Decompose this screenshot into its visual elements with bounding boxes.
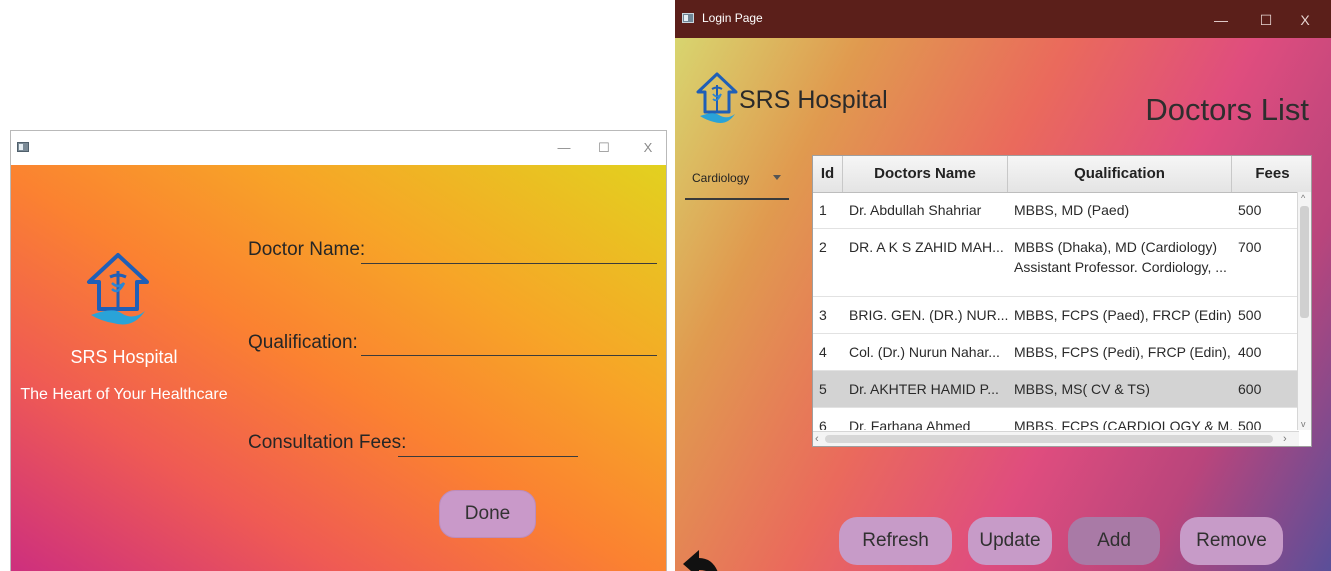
page-title: Doctors List <box>1145 92 1309 127</box>
cell-id: 3 <box>819 307 827 323</box>
vertical-scroll-thumb[interactable] <box>1300 206 1309 318</box>
scroll-left-icon[interactable]: ‹ <box>815 433 819 445</box>
qualification-line: MBBS (Dhaka), MD (Cardiology) <box>1014 239 1218 255</box>
app-icon <box>17 142 29 152</box>
qualification-line: MBBS, FCPS (Pedi), FRCP (Edin), ... <box>1014 344 1232 360</box>
cell-fees: 400 <box>1238 344 1262 360</box>
cell-id: 6 <box>819 418 827 430</box>
chevron-down-icon[interactable] <box>773 175 781 180</box>
qualification-line: MBBS, MS( CV & TS) <box>1014 381 1150 397</box>
consultation-fees-label: Consultation Fees: <box>248 432 407 453</box>
doctors-list-window: Login Page — ☐ X SRS Hospital Doctors Li… <box>675 0 1331 571</box>
qualification-label: Qualification: <box>248 332 358 353</box>
cell-fees: 700 <box>1238 239 1262 255</box>
cell-doctor-name: DR. A K S ZAHID MAH... <box>849 239 1004 255</box>
title-bar[interactable]: Login Page — ☐ X <box>675 0 1331 38</box>
table-row[interactable]: 5 Dr. AKHTER HAMID P... MBBS, MS( CV & TS)… <box>813 371 1299 408</box>
hospital-logo-icon <box>696 72 738 123</box>
scroll-right-icon[interactable]: › <box>1283 433 1287 445</box>
table-row[interactable]: 4 Col. (Dr.) Nurun Nahar... MBBS, FCPS (Pe… <box>813 334 1299 371</box>
doctor-name-field[interactable] <box>361 263 657 264</box>
qualification-line: MBBS, FCPS (Paed), FRCP (Edin),... <box>1014 307 1232 323</box>
update-button[interactable]: Update <box>968 517 1052 565</box>
horizontal-scrollbar[interactable]: ‹ › <box>813 431 1299 446</box>
cell-fees: 500 <box>1238 202 1262 218</box>
cell-id: 4 <box>819 344 827 360</box>
hospital-logo-icon <box>87 253 149 325</box>
qualification-line: Assistant Professor. Cordiology, ... <box>1014 259 1227 275</box>
title-bar[interactable]: — ☐ X <box>11 131 666 165</box>
close-button[interactable]: X <box>1291 9 1319 31</box>
qualification-field[interactable] <box>361 355 657 356</box>
maximize-button[interactable]: ☐ <box>1252 9 1280 31</box>
tagline: The Heart of Your Healthcare <box>20 386 228 403</box>
consultation-fees-field[interactable] <box>398 456 578 457</box>
brand-name: SRS Hospital <box>739 86 888 114</box>
refresh-button[interactable]: Refresh <box>839 517 952 565</box>
cell-id: 2 <box>819 239 827 255</box>
table-row[interactable]: 2 DR. A K S ZAHID MAH... MBBS (Dhaka), MD … <box>813 229 1299 297</box>
close-button[interactable]: X <box>637 137 659 159</box>
form-body: SRS Hospital The Heart of Your Healthcar… <box>11 165 666 571</box>
table-row[interactable]: 6 Dr. Farhana Ahmed MBBS, FCPS (CARDIOLOGY… <box>813 408 1299 430</box>
done-button[interactable]: Done <box>439 490 536 538</box>
table-row[interactable]: 3 BRIG. GEN. (DR.) NUR... MBBS, FCPS (Paed… <box>813 297 1299 334</box>
cell-qualification: MBBS, FCPS (CARDIOLOGY & M... <box>1008 408 1232 430</box>
scroll-down-icon[interactable]: v <box>1301 419 1306 429</box>
cell-qualification: MBBS, MD (Paed) <box>1008 192 1232 229</box>
remove-button[interactable]: Remove <box>1180 517 1283 565</box>
doctor-name-label: Doctor Name: <box>248 239 366 260</box>
cell-doctor-name: Dr. AKHTER HAMID P... <box>849 381 999 397</box>
column-header-id[interactable]: Id <box>813 156 843 192</box>
cell-qualification: MBBS, FCPS (Paed), FRCP (Edin),... <box>1008 297 1232 334</box>
department-select-value: Cardiology <box>692 171 750 185</box>
table-body: 1 Dr. Abdullah Shahriar MBBS, MD (Paed) 500… <box>813 192 1299 430</box>
qualification-line: MBBS, MD (Paed) <box>1014 202 1130 218</box>
qualification-line: MBBS, FCPS (CARDIOLOGY & M... <box>1014 418 1232 430</box>
doctor-form-window: — ☐ X SRS Hospital The Heart of Your Hea… <box>10 130 667 571</box>
cell-doctor-name: Dr. Farhana Ahmed <box>849 418 971 430</box>
cell-id: 5 <box>819 381 827 397</box>
column-header-name[interactable]: Doctors Name <box>843 156 1008 192</box>
doctors-list-body: SRS Hospital Doctors List Cardiology Id … <box>675 38 1331 571</box>
table-header: Id Doctors Name Qualification Fees <box>813 156 1311 193</box>
cell-qualification: MBBS (Dhaka), MD (Cardiology) Assistant P… <box>1008 229 1232 297</box>
window-title: Login Page <box>702 11 763 25</box>
table-row[interactable]: 1 Dr. Abdullah Shahriar MBBS, MD (Paed) 500 <box>813 192 1299 229</box>
minimize-button[interactable]: — <box>553 137 575 159</box>
horizontal-scroll-thumb[interactable] <box>825 435 1273 443</box>
cell-qualification: MBBS, MS( CV & TS) <box>1008 371 1232 408</box>
department-select[interactable]: Cardiology <box>685 162 789 200</box>
back-arrow-icon[interactable] <box>681 548 723 571</box>
cell-doctor-name: Dr. Abdullah Shahriar <box>849 202 982 218</box>
cell-doctor-name: Col. (Dr.) Nurun Nahar... <box>849 344 1000 360</box>
column-header-qualification[interactable]: Qualification <box>1008 156 1232 192</box>
cell-fees: 600 <box>1238 381 1262 397</box>
column-header-fees[interactable]: Fees <box>1232 156 1311 192</box>
cell-id: 1 <box>819 202 827 218</box>
cell-fees: 500 <box>1238 418 1262 430</box>
vertical-scrollbar[interactable]: ^ v <box>1297 192 1311 430</box>
cell-fees: 500 <box>1238 307 1262 323</box>
brand-name: SRS Hospital <box>70 347 178 367</box>
scroll-up-icon[interactable]: ^ <box>1301 193 1305 203</box>
doctors-table[interactable]: Id Doctors Name Qualification Fees 1 Dr. … <box>812 155 1312 447</box>
cell-qualification: MBBS, FCPS (Pedi), FRCP (Edin), ... <box>1008 334 1232 371</box>
app-icon <box>682 13 694 23</box>
minimize-button[interactable]: — <box>1207 9 1235 31</box>
add-button[interactable]: Add <box>1068 517 1160 565</box>
maximize-button[interactable]: ☐ <box>593 137 615 159</box>
cell-doctor-name: BRIG. GEN. (DR.) NUR... <box>849 307 1008 323</box>
